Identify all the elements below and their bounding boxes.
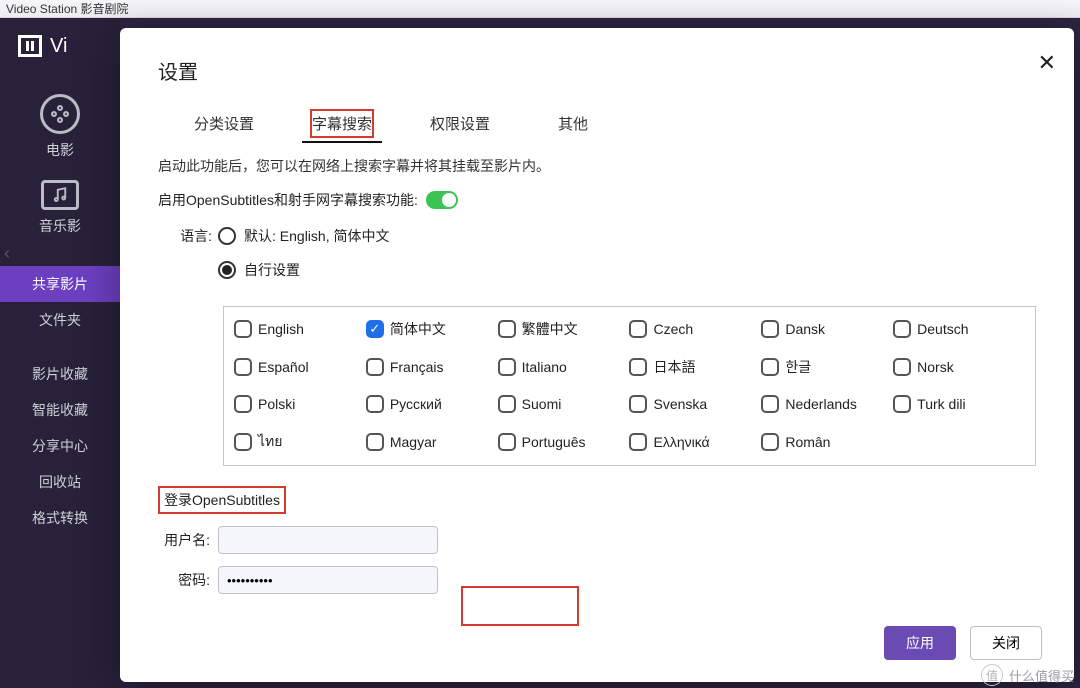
- checkbox-icon: [629, 320, 647, 338]
- subtitle-search-toggle[interactable]: [426, 191, 458, 209]
- language-checkbox-1[interactable]: ✓简体中文: [366, 319, 498, 339]
- password-input[interactable]: [218, 566, 438, 594]
- checkbox-icon: [234, 433, 252, 451]
- language-checkbox-15[interactable]: Svenska: [629, 395, 761, 413]
- language-checkbox-0[interactable]: English: [234, 319, 366, 339]
- tab-3[interactable]: 其他: [546, 109, 600, 138]
- checkbox-icon: [893, 358, 911, 376]
- window-title: Video Station 影音剧院: [0, 0, 1080, 18]
- language-checkbox-3[interactable]: Czech: [629, 319, 761, 339]
- checkbox-icon: [629, 395, 647, 413]
- app-name: Vi: [50, 35, 67, 58]
- close-button[interactable]: 关闭: [970, 626, 1042, 660]
- checkbox-icon: [498, 433, 516, 451]
- watermark: 值 什么值得买: [981, 664, 1074, 686]
- settings-tabs: 分类设置 字幕搜索 权限设置 其他: [182, 109, 1036, 138]
- language-label: 语言:: [158, 226, 218, 294]
- checkbox-icon: [629, 358, 647, 376]
- password-label: 密码:: [158, 570, 218, 590]
- language-checkbox-9[interactable]: 日本語: [629, 357, 761, 377]
- language-checkbox-12[interactable]: Polski: [234, 395, 366, 413]
- checkbox-icon: [629, 433, 647, 451]
- language-checkbox-6[interactable]: Español: [234, 357, 366, 377]
- settings-modal: 设置 ✕ 分类设置 字幕搜索 权限设置 其他 启动此功能后，您可以在网络上搜索字幕并将…: [120, 28, 1074, 682]
- language-checkbox-5[interactable]: Deutsch: [893, 319, 1025, 339]
- close-icon[interactable]: ✕: [1038, 50, 1056, 76]
- checkbox-icon: [761, 395, 779, 413]
- sidebar-group-music[interactable]: 音乐影: [0, 180, 120, 236]
- checkbox-icon: [234, 320, 252, 338]
- music-icon: [41, 180, 79, 210]
- radio-icon: [218, 261, 236, 279]
- sidebar-item-0[interactable]: 共享影片: [0, 266, 120, 302]
- checkbox-icon: [893, 320, 911, 338]
- chevron-left-icon[interactable]: ‹: [4, 243, 10, 264]
- checkbox-icon: [498, 320, 516, 338]
- checkbox-icon: [366, 433, 384, 451]
- radio-default-language[interactable]: 默认: English, 简体中文: [218, 226, 389, 246]
- radio-custom-language[interactable]: 自行设置: [218, 260, 389, 280]
- language-checkbox-8[interactable]: Italiano: [498, 357, 630, 377]
- checkbox-icon: [893, 395, 911, 413]
- login-header: 登录OpenSubtitles: [158, 486, 286, 514]
- language-checkbox-22[interactable]: Român: [761, 431, 893, 453]
- language-checkbox-20[interactable]: Português: [498, 431, 630, 453]
- reel-icon: [40, 94, 80, 134]
- language-checkbox-13[interactable]: Русский: [366, 395, 498, 413]
- sidebar-item-5[interactable]: 回收站: [0, 464, 120, 500]
- language-checkbox-17[interactable]: Turk dili: [893, 395, 1025, 413]
- checkbox-icon: [234, 358, 252, 376]
- sidebar-item-4[interactable]: 分享中心: [0, 428, 120, 464]
- checkbox-icon: [366, 395, 384, 413]
- language-checkbox-14[interactable]: Suomi: [498, 395, 630, 413]
- app-logo: Vi: [0, 18, 120, 74]
- checkbox-icon: [498, 358, 516, 376]
- username-label: 用户名:: [158, 530, 218, 550]
- radio-icon: [218, 227, 236, 245]
- language-checkbox-18[interactable]: ไทย: [234, 431, 366, 453]
- tab-0[interactable]: 分类设置: [182, 109, 266, 138]
- language-grid: English✓简体中文繁體中文CzechDanskDeutsch Español…: [223, 306, 1036, 466]
- language-checkbox-10[interactable]: 한글: [761, 357, 893, 377]
- language-checkbox-2[interactable]: 繁體中文: [498, 319, 630, 339]
- checkbox-icon: [761, 320, 779, 338]
- language-checkbox-4[interactable]: Dansk: [761, 319, 893, 339]
- modal-title: 设置: [158, 56, 1036, 85]
- sidebar-item-2[interactable]: 影片收藏: [0, 356, 120, 392]
- language-checkbox-16[interactable]: Nederlands: [761, 395, 893, 413]
- sidebar-item-3[interactable]: 智能收藏: [0, 392, 120, 428]
- apply-button[interactable]: 应用: [884, 626, 956, 660]
- language-checkbox-19[interactable]: Magyar: [366, 431, 498, 453]
- sidebar-item-1[interactable]: 文件夹: [0, 302, 120, 338]
- checkbox-icon: [498, 395, 516, 413]
- checkbox-icon: ✓: [366, 320, 384, 338]
- film-icon: [18, 35, 42, 57]
- language-checkbox-7[interactable]: Français: [366, 357, 498, 377]
- username-input[interactable]: [218, 526, 438, 554]
- watermark-icon: 值: [981, 664, 1003, 686]
- toggle-label: 启用OpenSubtitles和射手网字幕搜索功能:: [158, 190, 418, 210]
- checkbox-icon: [234, 395, 252, 413]
- sidebar-group-movies[interactable]: 电影: [0, 94, 120, 160]
- tab-1[interactable]: 字幕搜索: [310, 109, 374, 138]
- checkbox-icon: [761, 358, 779, 376]
- sidebar-item-6[interactable]: 格式转换: [0, 500, 120, 536]
- language-checkbox-21[interactable]: Ελληνικά: [629, 431, 761, 453]
- tab-2[interactable]: 权限设置: [418, 109, 502, 138]
- tab-description: 启动此功能后，您可以在网络上搜索字幕并将其挂载至影片内。: [158, 156, 1036, 176]
- checkbox-icon: [366, 358, 384, 376]
- language-checkbox-11[interactable]: Norsk: [893, 357, 1025, 377]
- sidebar: Vi ‹ 电影 音乐影 共享影片文件夹影片收藏智能收藏分享中心回收站格式转换: [0, 18, 120, 688]
- checkbox-icon: [761, 433, 779, 451]
